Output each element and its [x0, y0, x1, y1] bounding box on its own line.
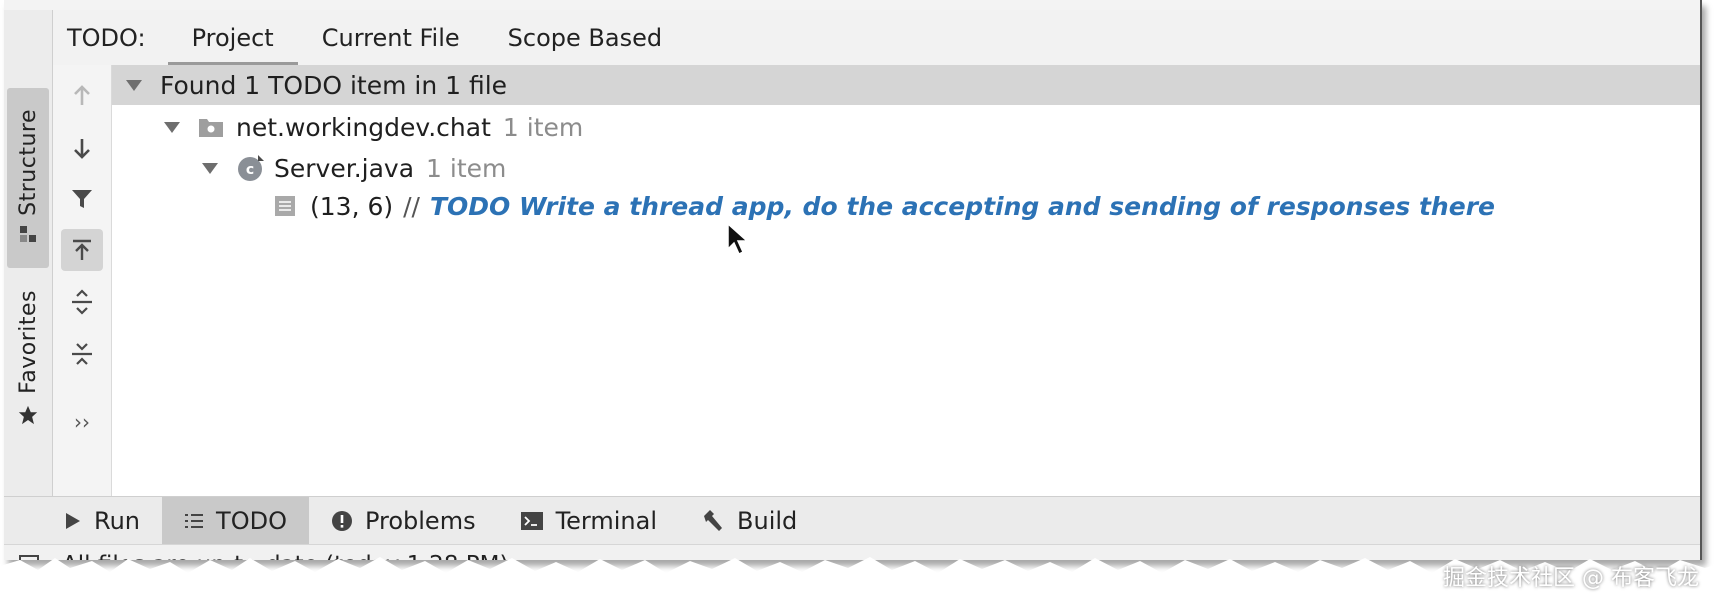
bottom-tool-tabs: Run TODO Problems Terminal Build: [4, 496, 1700, 545]
package-name: net.workingdev.chat: [236, 112, 491, 142]
tree-root-row[interactable]: Found 1 TODO item in 1 file: [112, 65, 1700, 105]
collapse-all-button[interactable]: [61, 333, 103, 375]
bottom-tab-terminal-label: Terminal: [555, 507, 658, 535]
tree-file-row[interactable]: c Server.java 1 item: [112, 148, 1700, 188]
list-icon: [184, 512, 204, 530]
mouse-pointer-icon: [727, 222, 749, 256]
todo-item-icon: [274, 195, 296, 217]
side-tab-favorites-label: Favorites: [15, 290, 41, 394]
tree-summary: Found 1 TODO item in 1 file: [160, 70, 508, 100]
collapse-all-icon: [72, 343, 92, 365]
problems-icon: [331, 510, 353, 532]
package-folder-icon: [198, 116, 224, 138]
terminal-icon: [520, 511, 544, 531]
todo-title: TODO:: [67, 23, 146, 52]
bottom-tab-run-label: Run: [94, 507, 141, 535]
watermark: 掘金技术社区 @ 布客飞龙: [1443, 566, 1699, 591]
file-count: 1 item: [426, 153, 507, 183]
arrow-up-icon: [74, 85, 90, 105]
bottom-tab-problems-label: Problems: [364, 507, 476, 535]
next-occurrence-button[interactable]: [61, 127, 103, 169]
tree-todo-row[interactable]: (13, 6) // TODO Write a thread app, do t…: [112, 186, 1700, 226]
side-tab-structure-label: Structure: [15, 108, 41, 216]
file-name: Server.java: [274, 153, 415, 183]
autoscroll-to-source-button[interactable]: [61, 229, 103, 271]
todo-comment-prefix: //: [403, 191, 420, 221]
expand-all-icon: [72, 289, 92, 315]
collapse-triangle-icon[interactable]: [164, 121, 180, 133]
expand-all-button[interactable]: [61, 281, 103, 323]
todo-location: (13, 6): [310, 191, 394, 221]
bottom-tab-todo[interactable]: TODO: [162, 497, 309, 545]
hammer-icon: [701, 509, 725, 533]
play-icon: [64, 511, 82, 531]
bottom-tab-problems[interactable]: Problems: [309, 497, 498, 545]
todo-toolbar: ››: [53, 65, 112, 496]
structure-icon: [19, 225, 37, 247]
side-tab-structure[interactable]: Structure: [7, 88, 49, 268]
side-tab-favorites[interactable]: Favorites: [7, 280, 49, 440]
left-tool-strip: Structure Favorites: [4, 10, 53, 496]
collapse-triangle-icon[interactable]: [126, 79, 142, 91]
bottom-tab-terminal[interactable]: Terminal: [498, 497, 679, 545]
collapse-triangle-icon[interactable]: [202, 162, 218, 174]
arrow-down-icon: [74, 139, 90, 159]
tab-project[interactable]: Project: [167, 10, 298, 65]
ide-window: Structure Favorites TODO: Project Curren…: [4, 0, 1702, 560]
todo-tree: Found 1 TODO item in 1 file net.workingd…: [112, 65, 1700, 496]
scroll-to-source-icon: [73, 239, 91, 260]
todo-tab-bar: TODO: Project Current File Scope Based: [53, 10, 1700, 65]
filter-button[interactable]: [61, 178, 103, 220]
tree-package-row[interactable]: net.workingdev.chat 1 item: [112, 107, 1700, 147]
svg-text:c: c: [246, 162, 254, 178]
bottom-tab-build[interactable]: Build: [679, 497, 819, 545]
tab-current-file[interactable]: Current File: [298, 10, 484, 65]
funnel-icon: [72, 190, 92, 208]
package-count: 1 item: [502, 112, 584, 142]
more-actions-button[interactable]: ››: [61, 401, 103, 443]
bottom-tab-todo-label: TODO: [216, 507, 287, 535]
star-icon: [17, 404, 39, 430]
todo-text: TODO Write a thread app, do the acceptin…: [429, 191, 1495, 221]
previous-occurrence-button[interactable]: [61, 75, 103, 117]
tab-scope-based[interactable]: Scope Based: [484, 10, 686, 65]
bottom-tab-build-label: Build: [737, 507, 798, 535]
java-class-icon: c: [236, 153, 266, 183]
bottom-tab-run[interactable]: Run: [42, 497, 162, 545]
